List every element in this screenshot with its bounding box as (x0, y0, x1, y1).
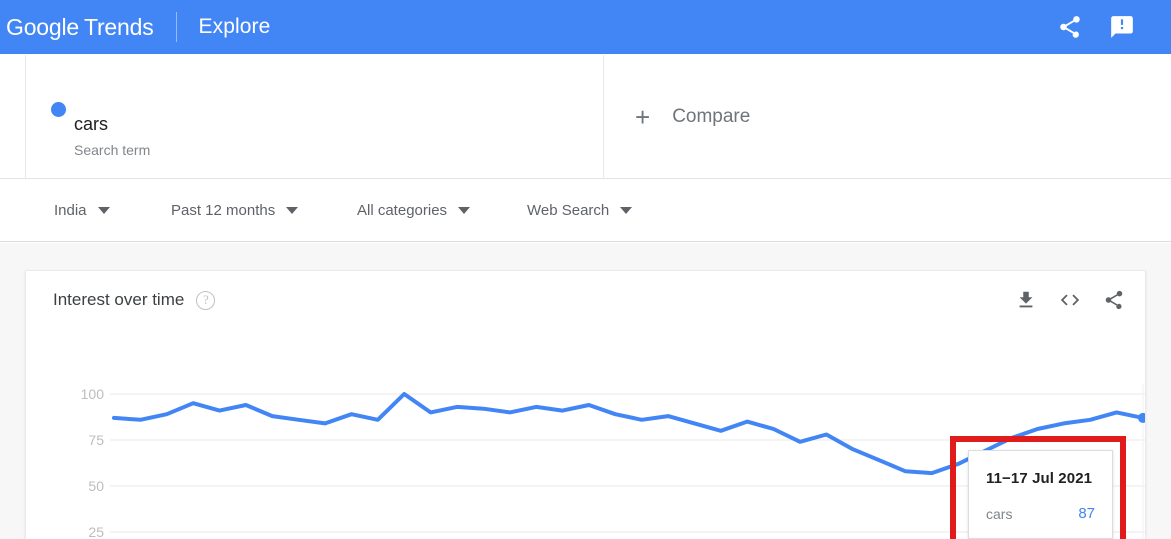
chart-tooltip: 11−17 Jul 2021 cars 87 (968, 450, 1113, 539)
plus-icon: + (635, 102, 651, 132)
share-icon[interactable] (1057, 14, 1083, 40)
share-icon[interactable] (1103, 289, 1125, 311)
card-header: Interest over time ? (26, 271, 1145, 329)
filter-search-type-label: Web Search (527, 201, 610, 219)
filter-category[interactable]: All categories (357, 201, 471, 221)
series-end-point-marker[interactable] (1138, 412, 1146, 423)
search-term-card[interactable]: cars Search term (25, 55, 604, 179)
tooltip-series-name: cars (986, 505, 1013, 522)
tooltip-value-row: cars 87 (986, 505, 1095, 522)
chevron-down-icon (97, 207, 110, 214)
tooltip-series-value: 87 (1078, 505, 1095, 522)
card-title: Interest over time (53, 290, 185, 309)
chevron-down-icon (620, 207, 633, 214)
tooltip-date: 11−17 Jul 2021 (986, 470, 1093, 487)
app-bar: Google Trends Explore (0, 0, 1171, 54)
embed-code-icon[interactable] (1059, 289, 1081, 311)
search-term-value: cars (74, 114, 109, 134)
search-term-type-label: Search term (74, 142, 151, 158)
y-axis-tick-label: 75 (88, 432, 104, 448)
feedback-icon[interactable] (1109, 14, 1135, 40)
query-row: cars Search term + Compare (0, 54, 1171, 179)
filter-region-label: India (54, 201, 87, 219)
explore-nav-item[interactable]: Explore (199, 15, 271, 39)
trends-wordmark: Trends (83, 13, 154, 40)
help-icon[interactable]: ? (196, 290, 216, 310)
google-wordmark: Google (6, 13, 79, 40)
search-term-text: cars Search term (74, 111, 150, 161)
filter-time-range[interactable]: Past 12 months (171, 201, 299, 221)
y-axis-tick-label: 50 (88, 478, 104, 494)
chevron-down-icon (458, 207, 471, 214)
brand-divider (175, 12, 177, 42)
compare-button[interactable]: + Compare (604, 55, 1171, 179)
filter-bar: India Past 12 months All categories Web … (0, 180, 1171, 242)
filter-region[interactable]: India (54, 201, 110, 221)
filter-time-range-label: Past 12 months (171, 201, 276, 219)
filter-category-label: All categories (357, 201, 448, 219)
y-axis-tick-label: 100 (81, 386, 105, 402)
brand-logo[interactable]: Google Trends (6, 14, 154, 41)
chevron-down-icon (286, 207, 299, 214)
filter-search-type[interactable]: Web Search (527, 201, 633, 221)
series-color-dot (51, 102, 66, 117)
card-actions (1015, 289, 1125, 311)
compare-label: Compare (672, 106, 751, 127)
y-axis-tick-label: 25 (88, 524, 104, 539)
download-icon[interactable] (1015, 289, 1037, 311)
app-bar-actions (1057, 14, 1135, 40)
